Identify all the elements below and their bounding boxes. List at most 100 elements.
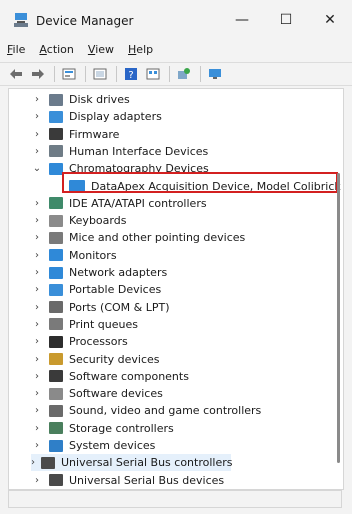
menu-view[interactable]: View bbox=[81, 40, 121, 60]
chevron-right-icon[interactable]: › bbox=[31, 232, 43, 243]
minimize-button[interactable]: — bbox=[220, 4, 264, 36]
highlight-box bbox=[62, 172, 338, 193]
window-title: Device Manager bbox=[36, 14, 134, 28]
chevron-right-icon[interactable]: › bbox=[31, 198, 43, 209]
status-bar bbox=[8, 490, 342, 508]
chevron-right-icon[interactable]: › bbox=[31, 129, 43, 140]
sound-icon bbox=[49, 404, 63, 417]
tree-item-label: Monitors bbox=[69, 248, 117, 262]
port-icon bbox=[49, 301, 63, 314]
tree-item-label: Keyboards bbox=[69, 214, 127, 228]
chevron-right-icon[interactable]: › bbox=[31, 250, 43, 261]
storage-icon bbox=[49, 422, 63, 435]
help-icon[interactable]: ? bbox=[121, 64, 141, 84]
chevron-right-icon[interactable]: › bbox=[31, 319, 43, 330]
chevron-right-icon[interactable]: › bbox=[31, 215, 43, 226]
chevron-right-icon[interactable]: › bbox=[31, 371, 43, 382]
tree-item-label: Print queues bbox=[69, 317, 138, 331]
tree-category[interactable]: › Human Interface Devices bbox=[31, 143, 208, 160]
ide-icon bbox=[49, 197, 63, 210]
tree-category[interactable]: › Monitors bbox=[31, 247, 117, 264]
tree-item-label: Storage controllers bbox=[69, 421, 174, 435]
chevron-right-icon[interactable]: › bbox=[31, 336, 43, 347]
chevron-right-icon[interactable]: › bbox=[31, 475, 43, 486]
tree-category[interactable]: › Ports (COM & LPT) bbox=[31, 299, 170, 316]
tree-item-label: Display adapters bbox=[69, 110, 162, 124]
tree-category[interactable]: › System devices bbox=[31, 437, 155, 454]
back-icon[interactable] bbox=[6, 64, 26, 84]
portable-icon bbox=[49, 283, 63, 296]
chevron-right-icon[interactable]: › bbox=[31, 284, 43, 295]
device-tree[interactable]: › Disk drives › Display adapters › Firmware › H… bbox=[8, 88, 344, 490]
chevron-right-icon[interactable]: › bbox=[31, 354, 43, 365]
menu-help[interactable]: Help bbox=[121, 40, 160, 60]
chevron-right-icon[interactable]: › bbox=[31, 111, 43, 122]
tree-category[interactable]: › Software devices bbox=[31, 385, 163, 402]
usb-icon bbox=[41, 456, 55, 469]
tree-category[interactable]: › Sound, video and game controllers bbox=[31, 402, 261, 419]
view-icon[interactable] bbox=[143, 64, 163, 84]
tree-item-label: Security devices bbox=[69, 352, 160, 366]
tree-category[interactable]: › Storage controllers bbox=[31, 420, 174, 437]
tree-category[interactable]: › Display adapters bbox=[31, 108, 162, 125]
tree-category[interactable]: › Security devices bbox=[31, 351, 160, 368]
menu-action[interactable]: Action bbox=[32, 40, 80, 60]
monitor-icon bbox=[49, 249, 63, 262]
properties-icon[interactable] bbox=[59, 64, 79, 84]
chevron-right-icon[interactable]: › bbox=[31, 405, 43, 416]
chevron-right-icon[interactable]: › bbox=[31, 388, 43, 399]
tree-category[interactable]: › Portable Devices bbox=[31, 281, 161, 298]
forward-icon[interactable] bbox=[28, 64, 48, 84]
tree-item-label: Network adapters bbox=[69, 266, 168, 279]
tree-category[interactable]: › Processors bbox=[31, 333, 128, 350]
tree-category[interactable]: › Universal Serial Bus devices bbox=[31, 472, 224, 489]
chevron-right-icon[interactable]: › bbox=[31, 267, 43, 278]
printer-icon bbox=[49, 318, 63, 331]
tree-category[interactable]: › Network adapters bbox=[31, 264, 167, 281]
tree-category[interactable]: › Keyboards bbox=[31, 212, 126, 229]
update-driver-icon[interactable] bbox=[174, 64, 194, 84]
software-component-icon bbox=[49, 370, 63, 383]
scan-hardware-icon[interactable] bbox=[205, 64, 225, 84]
toolbar: ? bbox=[0, 62, 352, 86]
chevron-right-icon[interactable]: › bbox=[31, 302, 43, 313]
chevron-right-icon[interactable]: › bbox=[31, 457, 35, 468]
display-adapter-icon bbox=[49, 110, 63, 123]
tree-item-label: Disk drives bbox=[69, 93, 130, 106]
chevron-right-icon[interactable]: › bbox=[31, 94, 43, 105]
tree-category[interactable]: › Mice and other pointing devices bbox=[31, 229, 245, 246]
show-hide-icon[interactable] bbox=[90, 64, 110, 84]
title-bar: Device Manager — ☐ ✕ bbox=[0, 0, 352, 40]
processor-icon bbox=[49, 335, 63, 348]
tree-category[interactable]: › Universal Serial Bus controllers bbox=[31, 454, 232, 472]
chevron-right-icon[interactable]: › bbox=[31, 146, 43, 157]
firmware-icon bbox=[49, 128, 63, 141]
disk-icon bbox=[49, 93, 63, 106]
toolbar-divider bbox=[200, 66, 201, 82]
tree-category[interactable]: › Print queues bbox=[31, 316, 138, 333]
tree-category[interactable]: › Software components bbox=[31, 368, 189, 385]
tree-item-label: Processors bbox=[69, 335, 128, 349]
tree-category[interactable]: › IDE ATA/ATAPI controllers bbox=[31, 195, 207, 212]
hid-icon bbox=[49, 145, 63, 158]
chevron-right-icon[interactable]: › bbox=[31, 440, 43, 451]
network-icon bbox=[49, 266, 63, 279]
svg-text:?: ? bbox=[128, 70, 133, 81]
toolbar-divider bbox=[169, 66, 170, 82]
system-icon bbox=[49, 439, 63, 452]
chevron-right-icon[interactable]: › bbox=[31, 423, 43, 434]
tree-category[interactable]: › Firmware bbox=[31, 126, 119, 143]
tree-item-label: Software components bbox=[69, 369, 189, 383]
close-button[interactable]: ✕ bbox=[308, 4, 352, 36]
menu-file[interactable]: File bbox=[0, 40, 32, 60]
tree-item-label: Portable Devices bbox=[69, 283, 162, 297]
keyboard-icon bbox=[49, 214, 63, 227]
tree-category[interactable]: › Disk drives bbox=[31, 91, 130, 108]
tree-item-label: Universal Serial Bus devices bbox=[69, 473, 225, 487]
chevron-down-icon[interactable]: ⌄ bbox=[31, 163, 43, 174]
toolbar-divider bbox=[54, 66, 55, 82]
tree-item-label: Mice and other pointing devices bbox=[69, 231, 246, 245]
vertical-scrollbar[interactable] bbox=[337, 173, 340, 463]
monitor-icon bbox=[49, 162, 63, 175]
maximize-button[interactable]: ☐ bbox=[264, 4, 308, 36]
